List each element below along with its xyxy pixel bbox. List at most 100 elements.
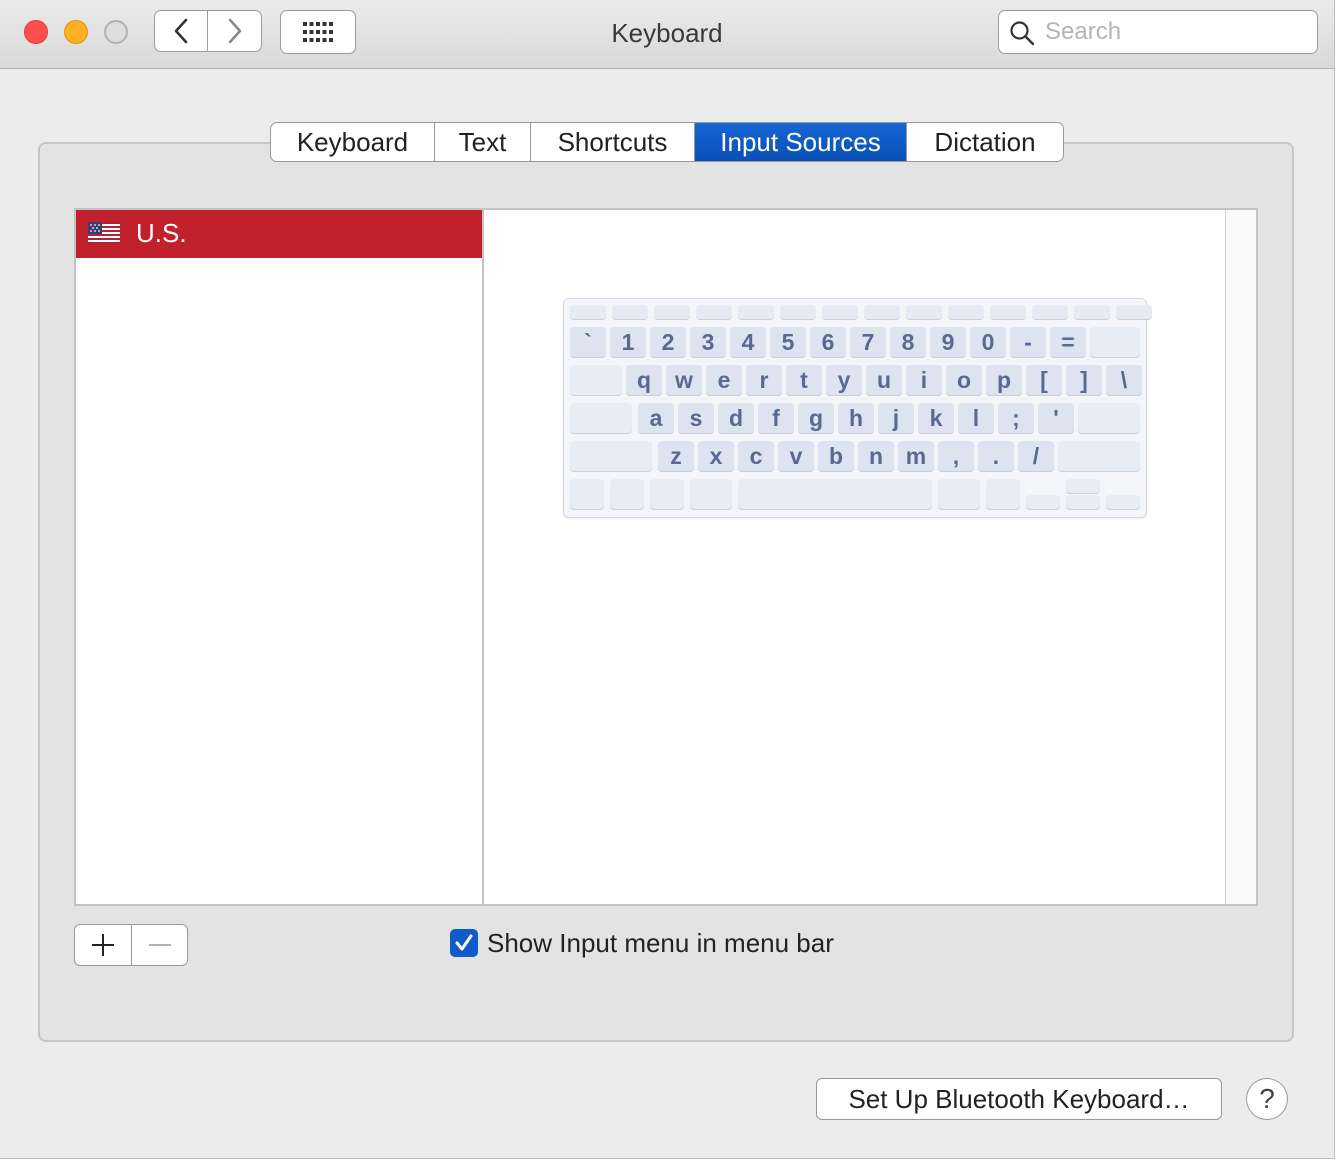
keyboard-layout-preview: ` 1 2 3 4 5 6 7 8 9 0- = q w e r t y u i o p[] \ a s d f g h j k l; ' z x c… xyxy=(563,298,1152,518)
title-bar: Keyboard xyxy=(0,0,1334,69)
key: 2 xyxy=(650,327,686,357)
show-input-menu-label[interactable]: Show Input menu in menu bar xyxy=(487,928,834,959)
key: 1 xyxy=(610,327,646,357)
blank-key xyxy=(1078,403,1140,433)
key: ` xyxy=(570,327,606,357)
search-field[interactable] xyxy=(998,10,1318,54)
key: , xyxy=(938,441,974,471)
blank-key xyxy=(1026,495,1060,509)
key: / xyxy=(1018,441,1054,471)
key: q xyxy=(626,365,662,395)
key: p xyxy=(986,365,1022,395)
add-input-source-button[interactable] xyxy=(75,925,132,965)
checkmark-icon xyxy=(455,934,473,951)
key: n xyxy=(858,441,894,471)
blank-key xyxy=(610,479,644,509)
blank-key xyxy=(738,479,932,509)
blank-key xyxy=(986,479,1020,509)
key: i xyxy=(906,365,942,395)
key: r xyxy=(746,365,782,395)
key: \ xyxy=(1106,365,1142,395)
blank-key xyxy=(1090,327,1140,357)
input-sources-list[interactable]: U.S. xyxy=(74,208,484,906)
list-item-label: U.S. xyxy=(136,218,187,248)
key: x xyxy=(698,441,734,471)
blank-key xyxy=(650,479,684,509)
blank-key xyxy=(1066,495,1100,509)
key: 9 xyxy=(930,327,966,357)
blank-key xyxy=(570,479,604,509)
system-preferences-window: Keyboard Keyboard Text Shortcuts Input S… xyxy=(0,0,1335,1159)
blank-key xyxy=(1074,305,1110,319)
blank-key xyxy=(612,305,648,319)
key: b xyxy=(818,441,854,471)
plus-icon xyxy=(92,934,114,956)
blank-key xyxy=(906,305,942,319)
minus-icon xyxy=(149,944,171,946)
tab-text[interactable]: Text xyxy=(435,123,531,161)
tab-shortcuts[interactable]: Shortcuts xyxy=(531,123,695,161)
blank-key xyxy=(690,479,732,509)
us-flag-icon xyxy=(88,222,120,244)
key: [ xyxy=(1026,365,1062,395)
list-item-us[interactable]: U.S. xyxy=(76,210,482,258)
key: j xyxy=(878,403,914,433)
blank-key xyxy=(948,305,984,319)
key: e xyxy=(706,365,742,395)
blank-key xyxy=(570,403,632,433)
blank-key xyxy=(1032,305,1068,319)
key: t xyxy=(786,365,822,395)
key: g xyxy=(798,403,834,433)
key: 5 xyxy=(770,327,806,357)
blank-key xyxy=(990,305,1026,319)
preview-scrollbar[interactable] xyxy=(1225,210,1256,904)
key: 8 xyxy=(890,327,926,357)
tab-keyboard[interactable]: Keyboard xyxy=(271,123,435,161)
key: ; xyxy=(998,403,1034,433)
key: = xyxy=(1050,327,1086,357)
search-icon xyxy=(1010,21,1035,46)
key: m xyxy=(898,441,934,471)
tab-dictation[interactable]: Dictation xyxy=(907,123,1063,161)
key: y xyxy=(826,365,862,395)
blank-key xyxy=(570,441,652,471)
blank-key xyxy=(938,479,980,509)
key: a xyxy=(638,403,674,433)
key: u xyxy=(866,365,902,395)
key: d xyxy=(718,403,754,433)
key: 4 xyxy=(730,327,766,357)
help-button[interactable]: ? xyxy=(1246,1078,1288,1120)
add-remove-controls xyxy=(74,924,188,966)
blank-key xyxy=(696,305,732,319)
blank-key xyxy=(1106,495,1140,509)
show-input-menu-checkbox[interactable] xyxy=(450,929,478,957)
blank-key xyxy=(1066,479,1100,493)
blank-key xyxy=(822,305,858,319)
key: - xyxy=(1010,327,1046,357)
key: ] xyxy=(1066,365,1102,395)
set-up-bluetooth-keyboard-button[interactable]: Set Up Bluetooth Keyboard… xyxy=(816,1078,1222,1120)
key: s xyxy=(678,403,714,433)
key: ' xyxy=(1038,403,1074,433)
remove-input-source-button[interactable] xyxy=(132,925,187,965)
key: l xyxy=(958,403,994,433)
key: 3 xyxy=(690,327,726,357)
tab-bar: Keyboard Text Shortcuts Input Sources Di… xyxy=(270,122,1064,162)
key: . xyxy=(978,441,1014,471)
blank-key xyxy=(570,365,622,395)
key: f xyxy=(758,403,794,433)
key: 7 xyxy=(850,327,886,357)
key: c xyxy=(738,441,774,471)
blank-key xyxy=(570,305,606,319)
key: 0 xyxy=(970,327,1006,357)
key: z xyxy=(658,441,694,471)
tab-input-sources[interactable]: Input Sources xyxy=(695,123,907,161)
key: k xyxy=(918,403,954,433)
blank-key xyxy=(1116,305,1152,319)
key: w xyxy=(666,365,702,395)
search-input[interactable] xyxy=(1045,15,1305,49)
blank-key xyxy=(864,305,900,319)
key: h xyxy=(838,403,874,433)
blank-key xyxy=(654,305,690,319)
blank-key xyxy=(780,305,816,319)
